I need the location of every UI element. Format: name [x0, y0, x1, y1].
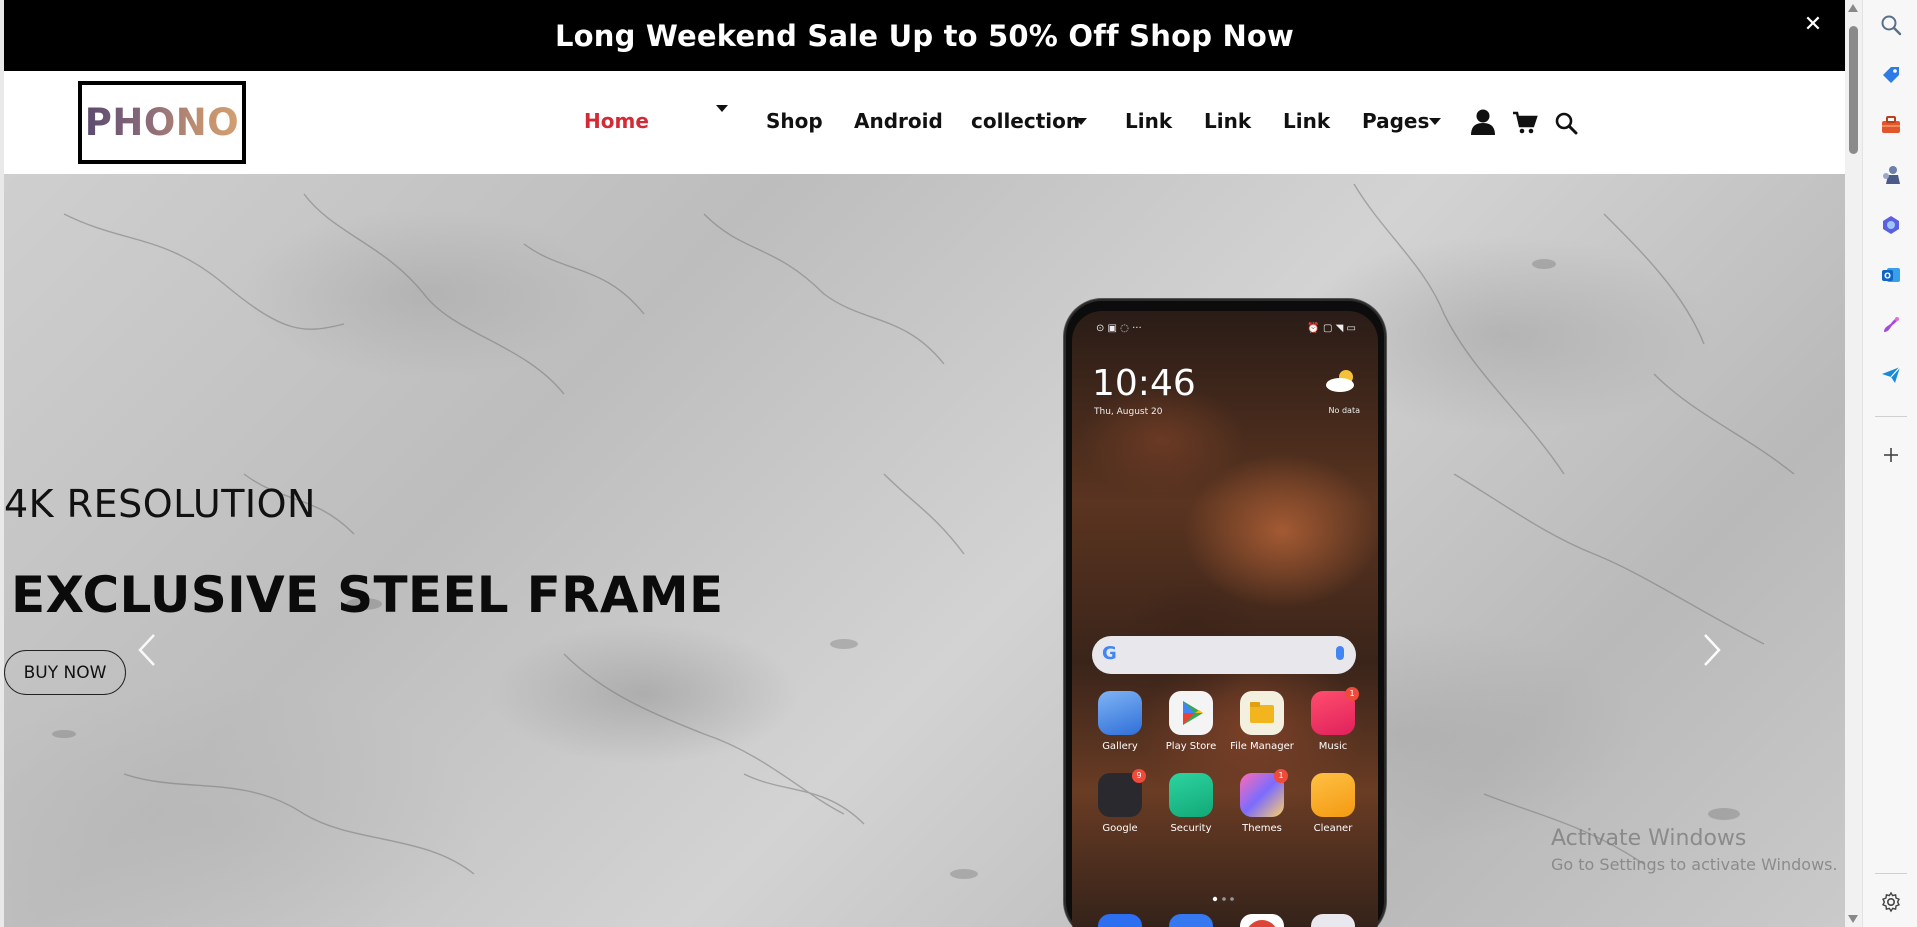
folder-icon [1240, 691, 1284, 735]
scroll-up-arrow-icon[interactable] [1848, 4, 1858, 12]
window-left-border [0, 0, 4, 927]
google-folder-icon: 9 [1098, 769, 1146, 817]
add-icon[interactable] [1879, 443, 1903, 467]
app-label: Themes [1242, 823, 1282, 834]
outlook-icon[interactable]: O [1879, 263, 1903, 287]
home-dropdown-caret-icon[interactable] [716, 105, 728, 112]
phone-image: ⊙ ▣ ◌ ··· ⏰ ▢ ◥ ▭ 10:46 Thu, August 20 N… [1064, 299, 1386, 927]
designer-icon[interactable] [1879, 313, 1903, 337]
site-header: PHONO Home Shop Android collection Link … [4, 71, 1845, 174]
phone-app-themes: 1 Themes [1238, 769, 1288, 834]
play-store-icon [1169, 691, 1213, 735]
phone-date: Thu, August 20 [1094, 407, 1163, 417]
cloud-icon [1326, 370, 1354, 392]
main-nav: Home Shop Android collection Link Link L… [4, 71, 1845, 174]
scroll-down-arrow-icon[interactable] [1848, 915, 1858, 923]
marble-texture [52, 183, 1795, 879]
browser-sidebar: O [1862, 0, 1917, 927]
pages-dropdown-caret-icon[interactable] [1429, 118, 1441, 125]
toolbox-icon[interactable] [1879, 113, 1903, 137]
nav-link-2[interactable]: Link [1204, 109, 1251, 133]
phone-google-search-bar: G [1092, 636, 1356, 674]
send-icon[interactable] [1879, 363, 1903, 387]
shield-icon [1169, 773, 1213, 817]
chevron-right-icon [1704, 634, 1721, 666]
messages-icon [1169, 914, 1213, 927]
windows-activation-watermark: Activate Windows Go to Settings to activ… [1551, 826, 1838, 874]
nav-shop[interactable]: Shop [766, 109, 823, 133]
hero-carousel: 4K RESOLUTION EXCLUSIVE STEEL FRAME BUY … [4, 174, 1845, 927]
search-icon[interactable] [1879, 13, 1903, 37]
nav-pages[interactable]: Pages [1362, 109, 1429, 133]
search-icon[interactable] [1554, 111, 1578, 140]
nav-home[interactable]: Home [584, 109, 649, 133]
phone-app-google: 9 Google [1096, 769, 1146, 834]
page-scrollbar[interactable] [1845, 0, 1862, 927]
app-label: File Manager [1230, 741, 1294, 752]
user-icon[interactable] [1470, 108, 1496, 141]
nav-link-1[interactable]: Link [1125, 109, 1172, 133]
microphone-icon [1336, 646, 1344, 660]
google-g-icon: G [1102, 643, 1117, 664]
phone-app-play-store: Play Store [1166, 691, 1216, 752]
cart-icon[interactable] [1512, 111, 1538, 140]
chevron-left-icon [138, 634, 155, 666]
collection-dropdown-caret-icon[interactable] [1075, 118, 1087, 125]
notification-badge: 1 [1274, 769, 1288, 783]
scroll-thumb[interactable] [1849, 26, 1858, 154]
carousel-prev-button[interactable] [128, 620, 168, 680]
notification-badge: 9 [1132, 769, 1146, 783]
nav-android[interactable]: Android [854, 109, 943, 133]
themes-icon: 1 [1240, 769, 1288, 817]
app-label: Google [1102, 823, 1138, 834]
notification-badge: 1 [1345, 687, 1359, 701]
web-page: Long Weekend Sale Up to 50% Off Shop Now… [4, 0, 1845, 927]
phone-app-music: 1 Music [1309, 687, 1359, 752]
close-announcement-button[interactable]: ✕ [1803, 13, 1823, 35]
phone-weather-text: No data [1328, 406, 1360, 415]
hero-title: EXCLUSIVE STEEL FRAME [11, 566, 724, 624]
app-label: Security [1170, 823, 1212, 834]
tag-icon[interactable] [1879, 63, 1903, 87]
buy-now-button[interactable]: BUY NOW [4, 650, 126, 695]
sidebar-divider [1875, 873, 1907, 874]
app-label: Gallery [1102, 741, 1138, 752]
page-indicator [1212, 896, 1234, 902]
svg-text:O: O [1884, 272, 1891, 281]
phone-app-cleaner: Cleaner [1309, 773, 1357, 834]
app-label: Play Store [1165, 741, 1217, 752]
phone-app-file-manager: File Manager [1230, 691, 1294, 752]
copilot-icon[interactable] [1879, 213, 1903, 237]
phone-status-right: ⏰ ▢ ◥ ▭ [1307, 323, 1356, 334]
settings-icon[interactable] [1879, 890, 1903, 914]
phone-call-icon [1098, 914, 1142, 927]
music-icon: 1 [1311, 687, 1359, 735]
carousel-next-button[interactable] [1691, 620, 1731, 680]
sidebar-divider [1875, 416, 1907, 417]
chess-icon[interactable] [1879, 163, 1903, 187]
trash-icon [1311, 773, 1355, 817]
announcement-text[interactable]: Long Weekend Sale Up to 50% Off Shop Now [555, 19, 1294, 53]
nav-collection[interactable]: collection [971, 109, 1080, 133]
watermark-title: Activate Windows [1551, 826, 1747, 851]
app-label: Cleaner [1313, 823, 1353, 834]
phone-app-security: Security [1167, 773, 1215, 834]
watermark-subtitle: Go to Settings to activate Windows. [1551, 855, 1838, 874]
camera-icon [1311, 914, 1355, 927]
hero-subtitle: 4K RESOLUTION [4, 482, 316, 526]
nav-link-3[interactable]: Link [1283, 109, 1330, 133]
chrome-icon [1240, 914, 1284, 927]
phone-screen: ⊙ ▣ ◌ ··· ⏰ ▢ ◥ ▭ 10:46 Thu, August 20 N… [1072, 311, 1378, 927]
announcement-bar: Long Weekend Sale Up to 50% Off Shop Now… [4, 0, 1845, 71]
phone-clock: 10:46 [1092, 363, 1196, 404]
app-label: Music [1318, 741, 1348, 752]
gallery-icon [1098, 691, 1142, 735]
phone-app-gallery: Gallery [1096, 691, 1144, 752]
phone-status-left: ⊙ ▣ ◌ ··· [1096, 323, 1142, 334]
